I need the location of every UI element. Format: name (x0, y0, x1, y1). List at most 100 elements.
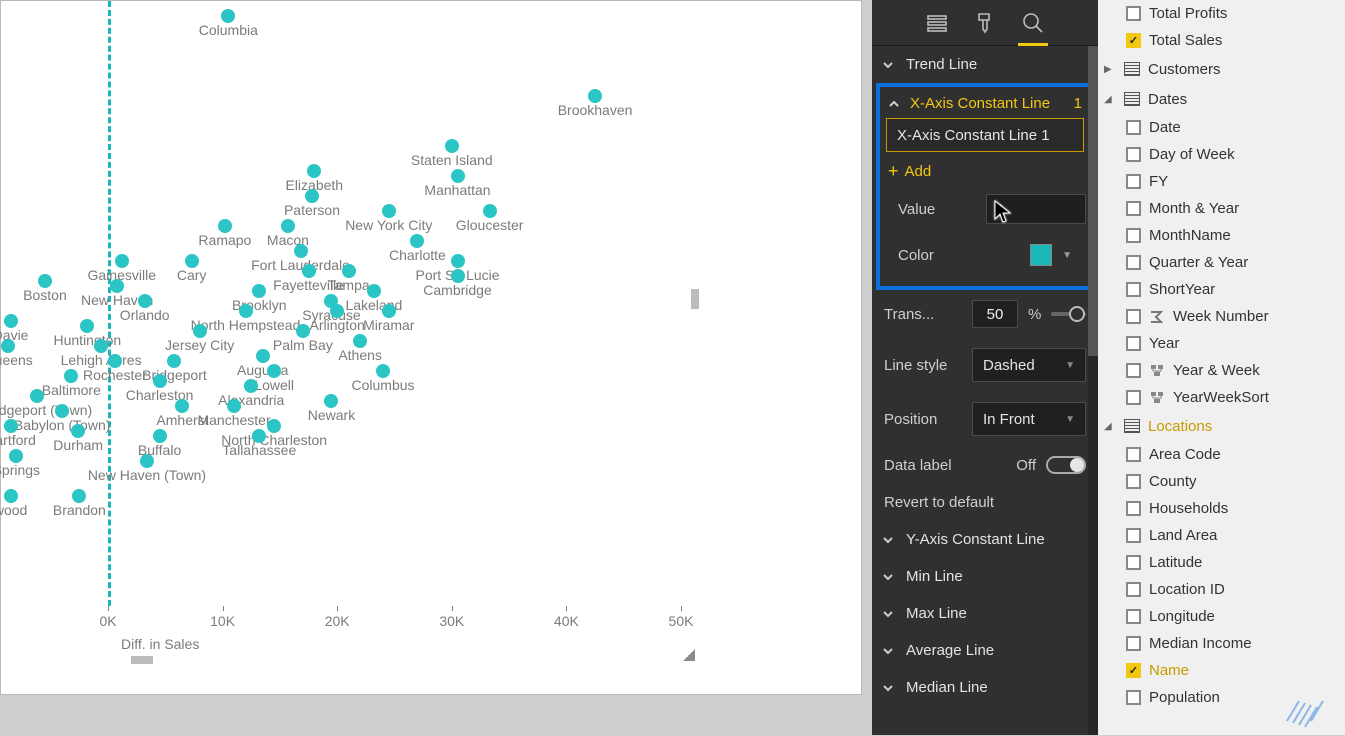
data-point[interactable] (376, 364, 390, 378)
data-point[interactable] (175, 399, 189, 413)
chart-scroll-horizontal[interactable] (131, 656, 153, 664)
data-point[interactable] (252, 284, 266, 298)
data-point[interactable] (367, 284, 381, 298)
checkbox[interactable] (1126, 336, 1141, 351)
data-point[interactable] (153, 374, 167, 388)
min-line-section[interactable]: Min Line (872, 558, 1098, 595)
max-line-section[interactable]: Max Line (872, 595, 1098, 632)
data-point[interactable] (302, 264, 316, 278)
field-item[interactable]: MonthName (1098, 222, 1345, 249)
fields-tab-icon[interactable] (924, 10, 950, 36)
field-item[interactable]: Land Area (1098, 522, 1345, 549)
checkbox[interactable]: ✓ (1126, 663, 1141, 678)
data-point[interactable] (382, 304, 396, 318)
constant-line-name-input[interactable] (886, 118, 1084, 152)
trend-line-section[interactable]: Trend Line (872, 46, 1098, 83)
checkbox[interactable] (1126, 228, 1141, 243)
checkbox[interactable] (1126, 6, 1141, 21)
checkbox[interactable] (1126, 609, 1141, 624)
checkbox[interactable] (1126, 690, 1141, 705)
data-point[interactable] (30, 389, 44, 403)
data-point[interactable] (451, 169, 465, 183)
data-point[interactable] (94, 339, 108, 353)
checkbox[interactable] (1126, 474, 1141, 489)
data-point[interactable] (330, 304, 344, 318)
checkbox[interactable] (1126, 501, 1141, 516)
transparency-input[interactable] (972, 300, 1018, 328)
checkbox[interactable] (1126, 174, 1141, 189)
checkbox[interactable] (1126, 582, 1141, 597)
field-item[interactable]: Longitude (1098, 603, 1345, 630)
data-point[interactable] (64, 369, 78, 383)
field-item[interactable]: Year (1098, 330, 1345, 357)
data-point[interactable] (252, 429, 266, 443)
table-header[interactable]: ◢Locations (1098, 411, 1345, 441)
data-point[interactable] (55, 404, 69, 418)
data-point[interactable] (9, 449, 23, 463)
table-header[interactable]: ▶Customers (1098, 54, 1345, 84)
data-point[interactable] (294, 244, 308, 258)
field-item[interactable]: Year & Week (1098, 357, 1345, 384)
color-dropdown-caret[interactable]: ▼ (1062, 250, 1072, 261)
checkbox[interactable] (1126, 309, 1141, 324)
data-point[interactable] (153, 429, 167, 443)
data-point[interactable] (451, 254, 465, 268)
data-point[interactable] (71, 424, 85, 438)
data-point[interactable] (588, 89, 602, 103)
line-style-select[interactable]: Dashed ▼ (972, 348, 1086, 382)
data-point[interactable] (80, 319, 94, 333)
checkbox[interactable]: ✓ (1126, 33, 1141, 48)
analytics-scrollbar[interactable] (1088, 46, 1098, 735)
checkbox[interactable] (1126, 147, 1141, 162)
data-point[interactable] (382, 204, 396, 218)
data-point[interactable] (305, 189, 319, 203)
color-swatch[interactable] (1030, 244, 1052, 266)
field-item[interactable]: ShortYear (1098, 276, 1345, 303)
data-point[interactable] (296, 324, 310, 338)
table-header[interactable]: ◢Dates (1098, 84, 1345, 114)
field-item[interactable]: Median Income (1098, 630, 1345, 657)
data-point[interactable] (218, 219, 232, 233)
analytics-tab-icon[interactable] (1020, 10, 1046, 36)
field-item[interactable]: Date (1098, 114, 1345, 141)
data-point[interactable] (324, 394, 338, 408)
checkbox[interactable] (1126, 555, 1141, 570)
data-point[interactable] (72, 489, 86, 503)
data-point[interactable] (244, 379, 258, 393)
chart-resize-grip[interactable] (683, 649, 695, 661)
value-input[interactable] (986, 194, 1086, 224)
checkbox[interactable] (1126, 390, 1141, 405)
field-item[interactable]: Quarter & Year (1098, 249, 1345, 276)
chart-canvas[interactable]: K0K10K20K30K40K50K ColumbiaBrookhavenSta… (1, 1, 701, 666)
data-point[interactable] (221, 9, 235, 23)
data-point[interactable] (4, 419, 18, 433)
data-point[interactable] (108, 354, 122, 368)
data-point[interactable] (227, 399, 241, 413)
y-axis-constant-line-section[interactable]: Y-Axis Constant Line (872, 521, 1098, 558)
data-point[interactable] (342, 264, 356, 278)
data-point[interactable] (267, 364, 281, 378)
transparency-slider[interactable] (1051, 312, 1086, 316)
chart-scroll-vertical[interactable] (691, 289, 699, 309)
data-point[interactable] (483, 204, 497, 218)
field-item[interactable]: FY (1098, 168, 1345, 195)
field-item[interactable]: ✓Total Sales (1098, 27, 1345, 54)
median-line-section[interactable]: Median Line (872, 669, 1098, 706)
x-axis-constant-header[interactable]: X-Axis Constant Line 1 (886, 93, 1084, 118)
data-point[interactable] (167, 354, 181, 368)
field-item[interactable]: Day of Week (1098, 141, 1345, 168)
data-point[interactable] (115, 254, 129, 268)
data-point[interactable] (239, 304, 253, 318)
field-item[interactable]: Month & Year (1098, 195, 1345, 222)
data-point[interactable] (307, 164, 321, 178)
data-point[interactable] (140, 454, 154, 468)
data-point[interactable] (4, 314, 18, 328)
checkbox[interactable] (1126, 447, 1141, 462)
field-item[interactable]: Week Number (1098, 303, 1345, 330)
average-line-section[interactable]: Average Line (872, 632, 1098, 669)
data-point[interactable] (185, 254, 199, 268)
data-point[interactable] (4, 489, 18, 503)
data-point[interactable] (138, 294, 152, 308)
field-item[interactable]: Total Profits (1098, 0, 1345, 27)
data-point[interactable] (410, 234, 424, 248)
